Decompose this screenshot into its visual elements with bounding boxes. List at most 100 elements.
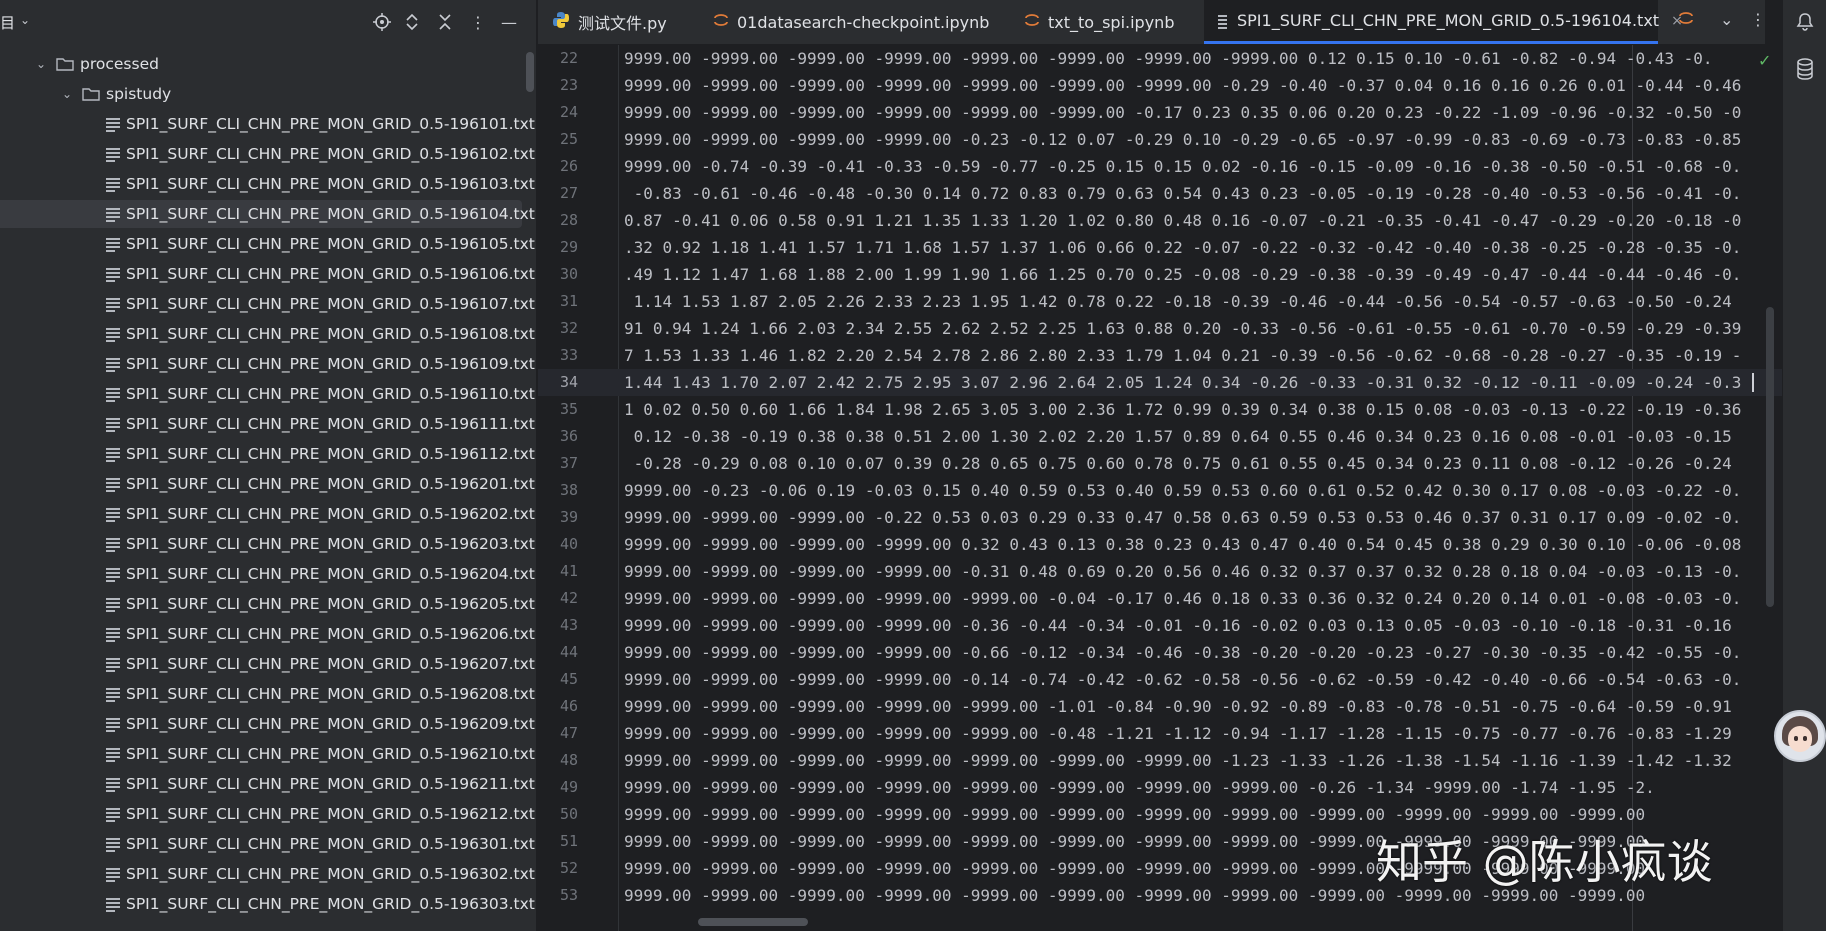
collapse-all-icon[interactable] bbox=[433, 10, 457, 34]
code-line[interactable]: 50 9999.00 -9999.00 -9999.00 -9999.00 -99… bbox=[538, 801, 1782, 828]
tree-file-item[interactable]: SPI1_SURF_CLI_CHN_PRE_MON_GRID_0.5-19620… bbox=[0, 680, 535, 708]
editor-horizontal-scrollbar[interactable] bbox=[698, 918, 808, 926]
tree-file-item[interactable]: SPI1_SURF_CLI_CHN_PRE_MON_GRID_0.5-19621… bbox=[0, 800, 535, 828]
code-line[interactable]: 38 9999.00 -0.23 -0.06 0.19 -0.03 0.15 0.… bbox=[538, 477, 1782, 504]
tree-file-item[interactable]: SPI1_SURF_CLI_CHN_PRE_MON_GRID_0.5-19620… bbox=[0, 500, 535, 528]
code-line[interactable]: 42 9999.00 -9999.00 -9999.00 -9999.00 -99… bbox=[538, 585, 1782, 612]
tree-file-item[interactable]: SPI1_SURF_CLI_CHN_PRE_MON_GRID_0.5-19610… bbox=[0, 140, 535, 168]
text-file-icon bbox=[106, 658, 120, 672]
tree-file-item[interactable]: SPI1_SURF_CLI_CHN_PRE_MON_GRID_0.5-19611… bbox=[0, 380, 535, 408]
code-line[interactable]: 24 9999.00 -9999.00 -9999.00 -9999.00 -99… bbox=[538, 99, 1782, 126]
chevron-down-icon[interactable]: ⌄ bbox=[34, 57, 48, 71]
tree-file-item[interactable]: SPI1_SURF_CLI_CHN_PRE_MON_GRID_0.5-19610… bbox=[0, 290, 535, 318]
chevron-down-icon[interactable]: ⌄ bbox=[60, 87, 74, 101]
tree-file-item[interactable]: SPI1_SURF_CLI_CHN_PRE_MON_GRID_0.5-19611… bbox=[0, 440, 535, 468]
tree-item-label: SPI1_SURF_CLI_CHN_PRE_MON_GRID_0.5-19620… bbox=[126, 685, 535, 703]
chevron-down-icon[interactable]: ⌄ bbox=[1720, 10, 1733, 29]
current-code-line[interactable]: 34 1.44 1.43 1.70 2.07 2.42 2.75 2.95 3.0… bbox=[538, 369, 1782, 396]
tab-spi1-196104[interactable]: SPI1_SURF_CLI_CHN_PRE_MON_GRID_0.5-19610… bbox=[1204, 0, 1683, 44]
editor-vertical-scrollbar[interactable] bbox=[1766, 307, 1774, 607]
line-number: 27 bbox=[559, 184, 578, 202]
tree-file-item[interactable]: SPI1_SURF_CLI_CHN_PRE_MON_GRID_0.5-19611… bbox=[0, 410, 535, 438]
code-line[interactable]: 44 9999.00 -9999.00 -9999.00 -9999.00 -0.… bbox=[538, 639, 1782, 666]
code-line[interactable]: 43 9999.00 -9999.00 -9999.00 -9999.00 -0.… bbox=[538, 612, 1782, 639]
line-number: 22 bbox=[559, 49, 578, 67]
tree-file-item[interactable]: SPI1_SURF_CLI_CHN_PRE_MON_GRID_0.5-19630… bbox=[0, 860, 535, 888]
tree-file-item[interactable]: SPI1_SURF_CLI_CHN_PRE_MON_GRID_0.5-19610… bbox=[0, 320, 535, 348]
more-options-icon[interactable]: ⋮ bbox=[466, 10, 490, 34]
tab-datasearch-checkpoint[interactable]: 01datasearch-checkpoint.ipynb bbox=[713, 0, 989, 44]
tree-file-item[interactable]: SPI1_SURF_CLI_CHN_PRE_MON_GRID_0.5-19620… bbox=[0, 620, 535, 648]
code-line[interactable]: 37 -0.28 -0.29 0.08 0.10 0.07 0.39 0.28 … bbox=[538, 450, 1782, 477]
notifications-bell-icon[interactable] bbox=[1793, 12, 1817, 36]
code-line[interactable]: 48 9999.00 -9999.00 -9999.00 -9999.00 -99… bbox=[538, 747, 1782, 774]
text-file-icon bbox=[106, 718, 120, 732]
line-text: 9999.00 -9999.00 -9999.00 -9999.00 0.32 … bbox=[624, 535, 1742, 554]
tree-file-item[interactable]: SPI1_SURF_CLI_CHN_PRE_MON_GRID_0.5-19610… bbox=[0, 170, 535, 198]
code-line[interactable]: 45 9999.00 -9999.00 -9999.00 -9999.00 -0.… bbox=[538, 666, 1782, 693]
tree-file-item[interactable]: SPI1_SURF_CLI_CHN_PRE_MON_GRID_0.5-19630… bbox=[0, 890, 535, 918]
sidebar-scrollbar[interactable] bbox=[526, 52, 534, 92]
code-line[interactable]: 29 .32 0.92 1.18 1.41 1.57 1.71 1.68 1.57… bbox=[538, 234, 1782, 261]
chevron-down-icon[interactable]: ⌄ bbox=[20, 13, 30, 27]
code-line[interactable]: 39 9999.00 -9999.00 -9999.00 -0.22 0.53 0… bbox=[538, 504, 1782, 531]
line-number: 39 bbox=[559, 508, 578, 526]
tree-file-item[interactable]: SPI1_SURF_CLI_CHN_PRE_MON_GRID_0.5-19610… bbox=[0, 230, 535, 258]
line-number: 31 bbox=[559, 292, 578, 310]
assistant-avatar-icon[interactable] bbox=[1774, 710, 1826, 762]
tree-file-item[interactable]: SPI1_SURF_CLI_CHN_PRE_MON_GRID_0.5-19610… bbox=[0, 350, 535, 378]
code-line[interactable]: 31 1.14 1.53 1.87 2.05 2.26 2.33 2.23 1.… bbox=[538, 288, 1782, 315]
project-panel: 目 ⌄ ⋮ — ⌄ processed ⌄ spistudy SPI1_SURF_CLI… bbox=[0, 0, 536, 931]
code-line[interactable]: 36 0.12 -0.38 -0.19 0.38 0.38 0.51 2.00 … bbox=[538, 423, 1782, 450]
tree-file-item[interactable]: SPI1_SURF_CLI_CHN_PRE_MON_GRID_0.5-19620… bbox=[0, 590, 535, 618]
tree-file-item[interactable]: SPI1_SURF_CLI_CHN_PRE_MON_GRID_0.5-19620… bbox=[0, 560, 535, 588]
project-panel-title[interactable]: 目 bbox=[0, 12, 15, 33]
tree-file-item[interactable]: SPI1_SURF_CLI_CHN_PRE_MON_GRID_0.5-19620… bbox=[0, 470, 535, 498]
tree-file-item[interactable]: SPI1_SURF_CLI_CHN_PRE_MON_GRID_0.5-19621… bbox=[0, 770, 535, 798]
text-editor[interactable]: 22 9999.00 -9999.00 -9999.00 -9999.00 -99… bbox=[538, 45, 1782, 931]
avatar-eye bbox=[1803, 736, 1807, 741]
line-text: -0.28 -0.29 0.08 0.10 0.07 0.39 0.28 0.6… bbox=[624, 454, 1732, 473]
tree-item-label: SPI1_SURF_CLI_CHN_PRE_MON_GRID_0.5-19620… bbox=[126, 535, 535, 553]
code-line[interactable]: 23 9999.00 -9999.00 -9999.00 -9999.00 -99… bbox=[538, 72, 1782, 99]
tree-item-label: SPI1_SURF_CLI_CHN_PRE_MON_GRID_0.5-19630… bbox=[126, 835, 535, 853]
code-line[interactable]: 35 1 0.02 0.50 0.60 1.66 1.84 1.98 2.65 3… bbox=[538, 396, 1782, 423]
tree-file-item[interactable]: SPI1_SURF_CLI_CHN_PRE_MON_GRID_0.5-19630… bbox=[0, 830, 535, 858]
code-line[interactable]: 32 91 0.94 1.24 1.66 2.03 2.34 2.55 2.62 … bbox=[538, 315, 1782, 342]
expand-all-icon[interactable] bbox=[400, 10, 424, 34]
code-line[interactable]: 41 9999.00 -9999.00 -9999.00 -9999.00 -0.… bbox=[538, 558, 1782, 585]
line-text: 9999.00 -9999.00 -9999.00 -9999.00 -9999… bbox=[624, 751, 1732, 770]
tree-file-item[interactable]: SPI1_SURF_CLI_CHN_PRE_MON_GRID_0.5-19610… bbox=[0, 260, 535, 288]
database-icon[interactable] bbox=[1793, 58, 1817, 82]
tree-item-label: SPI1_SURF_CLI_CHN_PRE_MON_GRID_0.5-19630… bbox=[126, 895, 535, 913]
tree-file-item[interactable]: SPI1_SURF_CLI_CHN_PRE_MON_GRID_0.5-19620… bbox=[0, 530, 535, 558]
tree-file-item[interactable]: SPI1_SURF_CLI_CHN_PRE_MON_GRID_0.5-19620… bbox=[0, 650, 535, 678]
code-line[interactable]: 33 7 1.53 1.33 1.46 1.82 2.20 2.54 2.78 2… bbox=[538, 342, 1782, 369]
tree-file-item[interactable]: SPI1_SURF_CLI_CHN_PRE_MON_GRID_0.5-19621… bbox=[0, 740, 535, 768]
code-line[interactable]: 46 9999.00 -9999.00 -9999.00 -9999.00 -99… bbox=[538, 693, 1782, 720]
tree-file-item[interactable]: SPI1_SURF_CLI_CHN_PRE_MON_GRID_0.5-19610… bbox=[0, 200, 535, 228]
minimize-icon[interactable]: — bbox=[497, 10, 521, 34]
inspection-ok-check-icon[interactable]: ✓ bbox=[1758, 51, 1771, 70]
text-file-icon bbox=[106, 388, 120, 402]
code-line[interactable]: 22 9999.00 -9999.00 -9999.00 -9999.00 -99… bbox=[538, 45, 1782, 72]
tab-test-file[interactable]: 测试文件.py bbox=[552, 0, 702, 44]
code-line[interactable]: 25 9999.00 -9999.00 -9999.00 -9999.00 -0.… bbox=[538, 126, 1782, 153]
code-line[interactable]: 47 9999.00 -9999.00 -9999.00 -9999.00 -99… bbox=[538, 720, 1782, 747]
tree-folder-item[interactable]: ⌄ processed bbox=[0, 50, 522, 78]
code-line[interactable]: 40 9999.00 -9999.00 -9999.00 -9999.00 0.3… bbox=[538, 531, 1782, 558]
code-line[interactable]: 28 0.87 -0.41 0.06 0.58 0.91 1.21 1.35 1.… bbox=[538, 207, 1782, 234]
code-line[interactable]: 30 .49 1.12 1.47 1.68 1.88 2.00 1.99 1.90… bbox=[538, 261, 1782, 288]
code-line[interactable]: 27 -0.83 -0.61 -0.46 -0.48 -0.30 0.14 0.… bbox=[538, 180, 1782, 207]
more-options-icon[interactable]: ⋮ bbox=[1750, 10, 1766, 29]
jupyter-icon[interactable] bbox=[1678, 10, 1694, 30]
tree-file-item[interactable]: SPI1_SURF_CLI_CHN_PRE_MON_GRID_0.5-19620… bbox=[0, 710, 535, 738]
tab-txt-to-spi[interactable]: txt_to_spi.ipynb bbox=[1024, 0, 1204, 44]
locate-target-icon[interactable] bbox=[370, 10, 394, 34]
code-line[interactable]: 49 9999.00 -9999.00 -9999.00 -9999.00 -99… bbox=[538, 774, 1782, 801]
code-line[interactable]: 26 9999.00 -0.74 -0.39 -0.41 -0.33 -0.59 … bbox=[538, 153, 1782, 180]
text-file-icon bbox=[106, 508, 120, 522]
tree-folder-item[interactable]: ⌄ spistudy bbox=[0, 80, 522, 108]
tree-file-item[interactable]: SPI1_SURF_CLI_CHN_PRE_MON_GRID_0.5-19610… bbox=[0, 110, 535, 138]
tree-item-label: SPI1_SURF_CLI_CHN_PRE_MON_GRID_0.5-19610… bbox=[126, 325, 535, 343]
